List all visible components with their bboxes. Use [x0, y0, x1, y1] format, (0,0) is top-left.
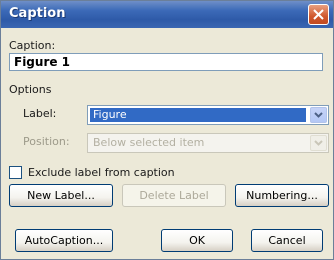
position-dropdown[interactable]: Below selected item: [87, 133, 329, 153]
caption-dialog: Caption Caption: Figure 1 Options Label:…: [0, 0, 334, 260]
position-dropdown-button[interactable]: [310, 135, 327, 151]
exclude-label-checkbox[interactable]: [9, 166, 22, 179]
position-field-label: Position:: [23, 135, 70, 148]
close-icon: [313, 9, 324, 20]
autocaption-button[interactable]: AutoCaption...: [15, 229, 113, 252]
title-bar[interactable]: Caption: [1, 1, 333, 28]
caption-input[interactable]: Figure 1: [9, 53, 323, 71]
ok-button[interactable]: OK: [161, 229, 233, 252]
label-dropdown-button[interactable]: [310, 107, 327, 123]
label-dropdown[interactable]: Figure: [87, 105, 329, 125]
cancel-button[interactable]: Cancel: [251, 229, 323, 252]
options-group-label: Options: [9, 83, 52, 96]
label-dropdown-value: Figure: [90, 108, 306, 122]
close-button[interactable]: [308, 4, 329, 25]
caption-input-value: Figure 1: [14, 55, 71, 69]
chevron-down-icon: [314, 140, 323, 146]
numbering-button[interactable]: Numbering...: [235, 184, 329, 207]
exclude-label-checkbox-label[interactable]: Exclude label from caption: [28, 166, 175, 179]
position-dropdown-value: Below selected item: [93, 136, 205, 149]
label-field-label: Label:: [23, 107, 57, 120]
caption-label: Caption:: [9, 39, 56, 52]
new-label-button[interactable]: New Label...: [9, 184, 113, 207]
chevron-down-icon: [314, 112, 323, 118]
window-title: Caption: [9, 6, 66, 21]
delete-label-button[interactable]: Delete Label: [122, 184, 226, 207]
